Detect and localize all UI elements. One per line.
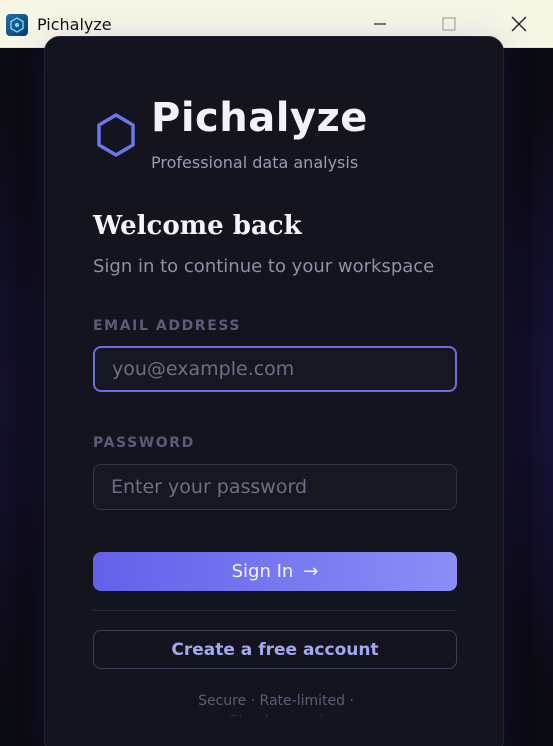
window-title: Pichalyze bbox=[37, 15, 112, 34]
close-icon bbox=[511, 16, 527, 32]
app-logo-icon bbox=[6, 14, 28, 36]
email-input[interactable] bbox=[93, 346, 457, 392]
brand-tagline: Professional data analysis bbox=[151, 153, 359, 172]
password-input[interactable] bbox=[93, 464, 457, 510]
welcome-subtitle: Sign in to continue to your workspace bbox=[93, 256, 435, 277]
email-label: EMAIL ADDRESS bbox=[93, 318, 242, 334]
maximize-icon bbox=[442, 17, 456, 31]
password-label: PASSWORD bbox=[93, 435, 195, 451]
sign-in-label: Sign In bbox=[231, 561, 294, 582]
hexagon-icon bbox=[97, 113, 135, 157]
sign-in-button[interactable]: Sign In → bbox=[93, 552, 457, 591]
brand-name: Pichalyze bbox=[151, 95, 368, 141]
minimize-icon bbox=[374, 23, 386, 25]
app-window: Pichalyze Pichalyze Professional data an… bbox=[0, 0, 553, 746]
welcome-heading: Welcome back bbox=[93, 211, 302, 241]
login-card: Pichalyze Professional data analysis Wel… bbox=[44, 36, 504, 746]
divider bbox=[93, 610, 457, 611]
create-account-button[interactable]: Create a free account bbox=[93, 630, 457, 669]
background-glow-left bbox=[0, 48, 50, 746]
create-account-label: Create a free account bbox=[171, 639, 379, 660]
footer-fade bbox=[145, 707, 405, 719]
arrow-right-icon: → bbox=[303, 561, 319, 582]
